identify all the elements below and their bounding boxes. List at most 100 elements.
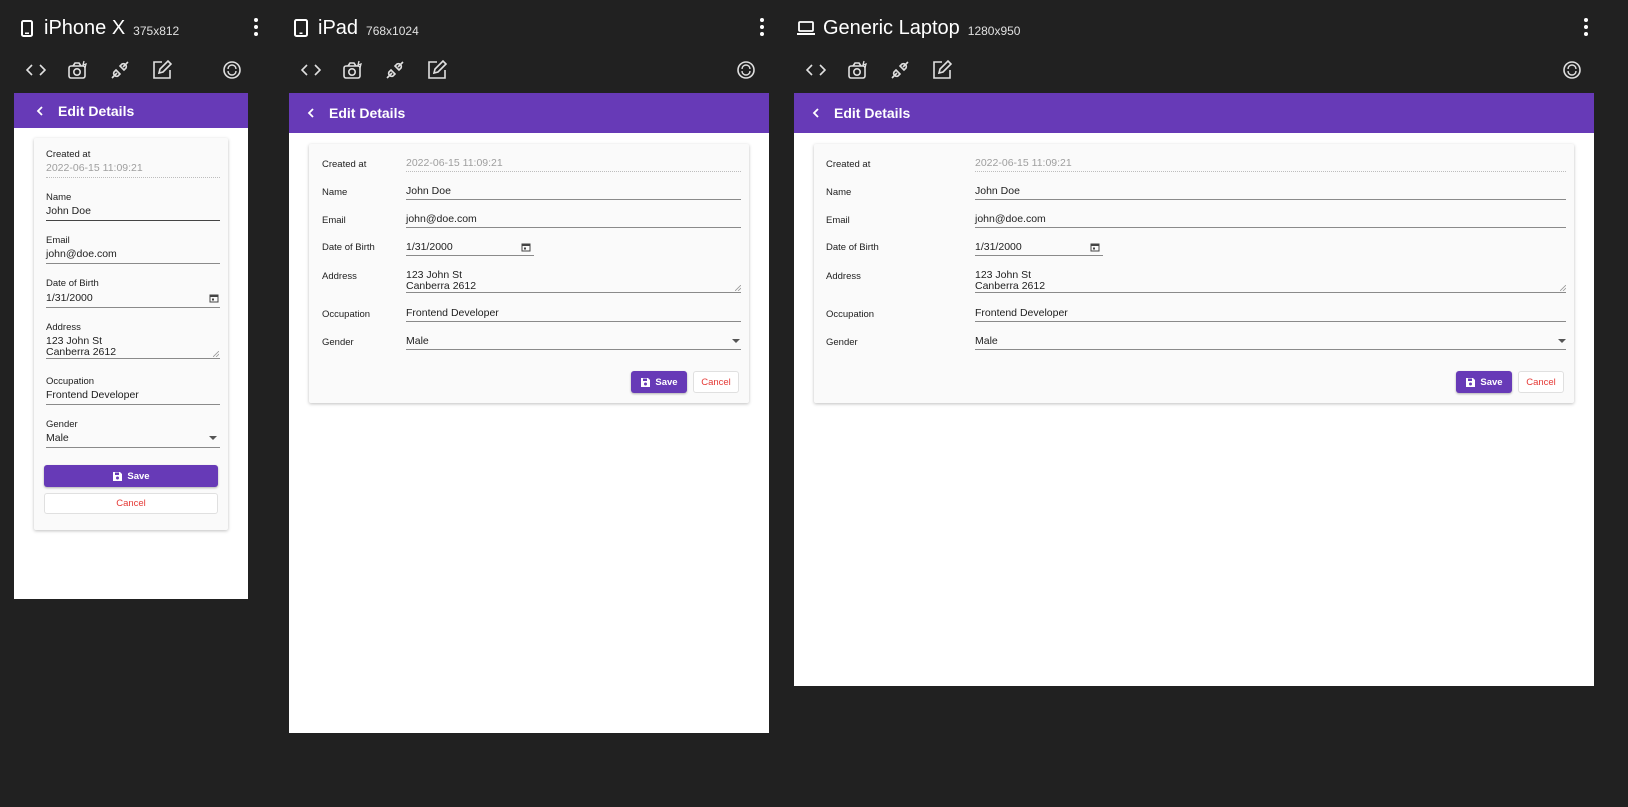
app-bar: Edit Details [794,93,1594,133]
save-button[interactable]: Save [44,465,218,487]
more-options-icon[interactable] [1580,16,1592,38]
calendar-icon[interactable] [209,293,219,303]
occupation-input[interactable]: Frontend Developer [406,307,499,319]
created-at-underline [975,171,1566,172]
gender-select[interactable]: Male [406,335,429,347]
dropdown-caret-icon[interactable] [1558,339,1566,343]
rotate-icon[interactable] [1558,56,1586,84]
camera-icon[interactable] [339,56,367,84]
gender-select[interactable]: Male [46,432,69,444]
created-at-label: Created at [826,159,871,170]
floppy-disk-icon [1466,377,1476,387]
dob-input[interactable]: 1/31/2000 [975,241,1022,253]
edit-icon[interactable] [148,56,176,84]
calendar-icon[interactable] [1090,242,1100,252]
occupation-underline [46,404,220,405]
occupation-label: Occupation [46,376,95,387]
more-options-icon[interactable] [250,16,262,38]
edit-icon[interactable] [423,56,451,84]
more-options-icon[interactable] [756,16,768,38]
address-label: Address [826,271,861,282]
cancel-button[interactable]: Cancel [1518,371,1564,393]
gender-underline [975,349,1566,350]
camera-icon[interactable] [844,56,872,84]
created-at-label: Created at [322,159,367,170]
address-line-2[interactable]: Canberra 2612 [406,280,476,292]
back-chevron-icon[interactable] [28,99,52,123]
email-input[interactable]: john@doe.com [406,213,477,225]
device-name: Generic Laptop [823,16,960,39]
name-label: Name [826,187,852,198]
calendar-icon[interactable] [521,242,531,252]
device-header: iPad 768x1024 [290,14,419,42]
back-chevron-icon[interactable] [299,101,323,125]
device-viewport: Edit Details Created at 2022-06-15 11:09… [14,93,248,599]
laptop-icon [795,17,817,39]
created-at-value: 2022-06-15 11:09:21 [406,157,503,169]
resize-handle-icon[interactable] [735,285,741,291]
name-underline [406,199,741,200]
name-input[interactable]: John Doe [46,205,91,217]
dob-input[interactable]: 1/31/2000 [46,292,93,304]
name-underline [46,220,220,221]
plug-icon[interactable] [381,56,409,84]
email-underline [406,227,741,228]
dob-underline [46,307,220,308]
device-size: 768x1024 [366,23,419,38]
plug-icon[interactable] [106,56,134,84]
rotate-icon[interactable] [218,56,246,84]
code-icon[interactable] [22,56,50,84]
dropdown-caret-icon[interactable] [732,339,740,343]
address-line-2[interactable]: Canberra 2612 [975,280,1045,292]
save-button[interactable]: Save [631,371,687,393]
save-button-label: Save [655,376,678,388]
edit-form-card: Created at 2022-06-15 11:09:21 Name John… [309,144,749,403]
save-button-label: Save [1480,376,1503,388]
occupation-input[interactable]: Frontend Developer [46,389,139,401]
camera-icon[interactable] [64,56,92,84]
email-label: Email [322,215,346,226]
plug-icon[interactable] [886,56,914,84]
edit-icon[interactable] [928,56,956,84]
email-input[interactable]: john@doe.com [975,213,1046,225]
edit-form-card: Created at 2022-06-15 11:09:21 Name John… [814,144,1574,403]
code-icon[interactable] [802,56,830,84]
cancel-button-label: Cancel [116,498,146,509]
resize-handle-icon[interactable] [213,351,219,357]
save-button-label: Save [127,470,150,482]
gender-label: Gender [46,419,78,430]
cancel-button[interactable]: Cancel [44,493,218,514]
dropdown-caret-icon[interactable] [209,436,217,440]
back-chevron-icon[interactable] [804,101,828,125]
address-underline [406,292,741,293]
device-name: iPhone X [44,16,126,39]
name-input[interactable]: John Doe [406,185,451,197]
device-header: Generic Laptop 1280x950 [795,14,1020,42]
name-label: Name [322,187,348,198]
app-bar-title: Edit Details [834,105,911,121]
device-toolbar [297,56,767,84]
resize-handle-icon[interactable] [1560,285,1566,291]
name-input[interactable]: John Doe [975,185,1020,197]
save-button[interactable]: Save [1456,371,1512,393]
code-icon[interactable] [297,56,325,84]
created-at-value: 2022-06-15 11:09:21 [46,162,143,174]
address-line-2[interactable]: Canberra 2612 [46,346,116,358]
gender-underline [406,349,741,350]
app-bar-title: Edit Details [329,105,406,121]
occupation-underline [975,321,1566,322]
gender-label: Gender [322,337,354,348]
cancel-button[interactable]: Cancel [693,371,739,393]
device-viewport: Edit Details Created at 2022-06-15 11:09… [794,93,1594,686]
dob-underline [406,255,534,256]
address-underline [975,292,1566,293]
email-input[interactable]: john@doe.com [46,248,117,260]
device-name: iPad [318,16,359,39]
created-at-underline [406,171,741,172]
cancel-button-label: Cancel [1526,376,1556,388]
gender-select[interactable]: Male [975,335,998,347]
occupation-input[interactable]: Frontend Developer [975,307,1068,319]
dob-input[interactable]: 1/31/2000 [406,241,453,253]
occupation-underline [406,321,741,322]
rotate-icon[interactable] [732,56,760,84]
